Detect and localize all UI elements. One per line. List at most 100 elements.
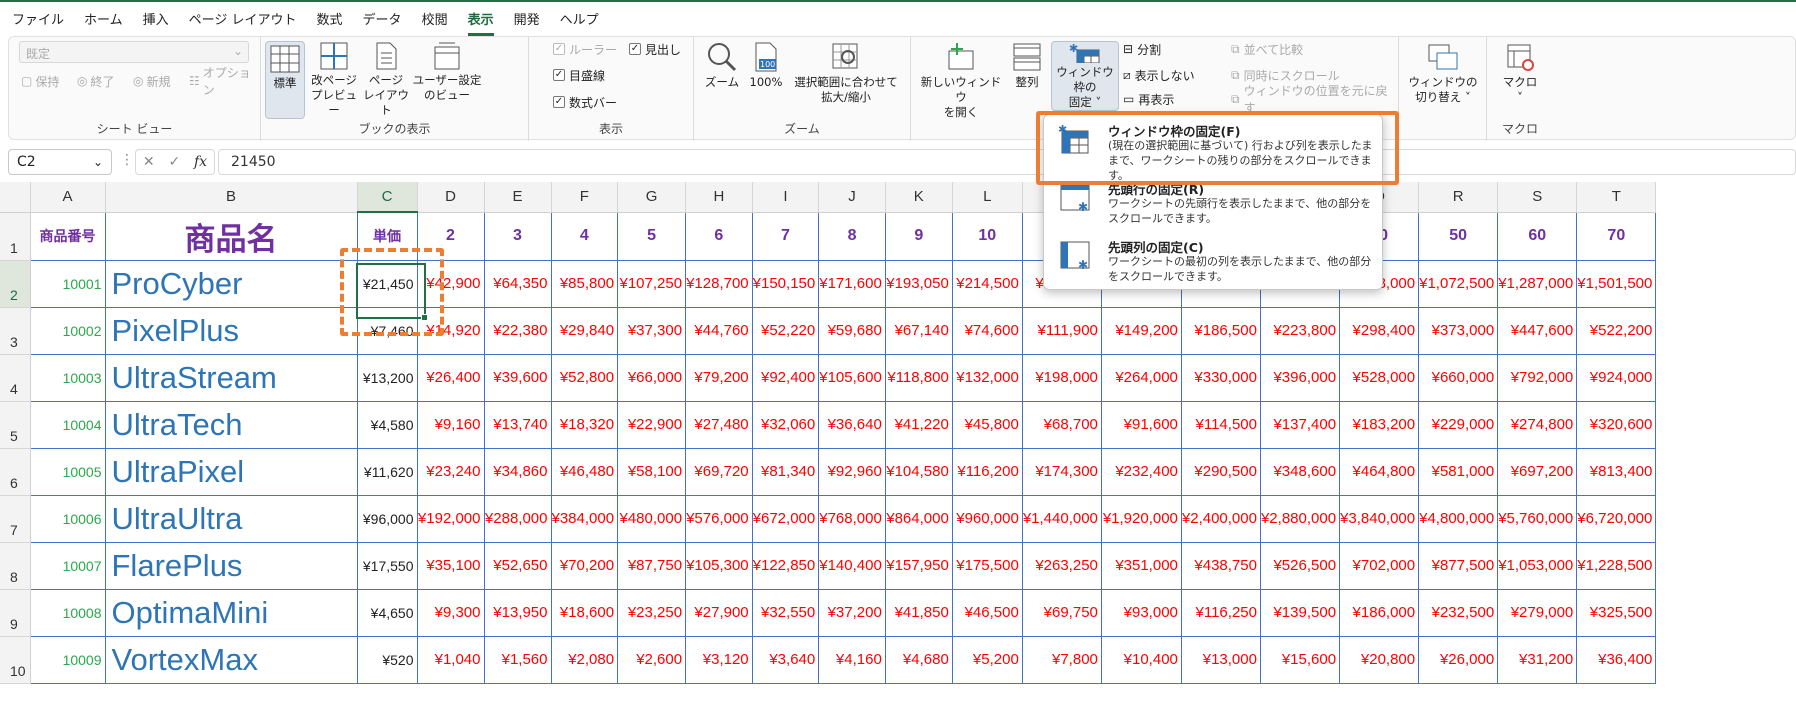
value-cell[interactable]: ¥5,760,000 bbox=[1497, 494, 1578, 543]
split-button[interactable]: ⊟ 分割 bbox=[1123, 39, 1161, 59]
value-cell[interactable]: ¥1,228,500 bbox=[1576, 541, 1657, 590]
value-cell[interactable]: ¥290,500 bbox=[1180, 447, 1261, 496]
value-cell[interactable]: ¥13,000 bbox=[1180, 635, 1261, 684]
arrange-button[interactable]: 整列 bbox=[1007, 41, 1047, 90]
value-cell[interactable]: ¥137,400 bbox=[1259, 400, 1341, 449]
value-cell[interactable]: ¥672,000 bbox=[751, 494, 820, 543]
cancel-icon[interactable]: ✕ bbox=[143, 154, 155, 170]
value-cell[interactable]: ¥66,000 bbox=[617, 353, 687, 402]
value-cell[interactable]: ¥41,850 bbox=[884, 588, 953, 637]
product-name-cell[interactable]: OptimaMini bbox=[104, 588, 358, 637]
column-header[interactable]: J bbox=[818, 182, 886, 213]
value-cell[interactable]: ¥45,800 bbox=[951, 400, 1023, 449]
value-cell[interactable]: ¥960,000 bbox=[951, 494, 1023, 543]
product-id-cell[interactable]: 10006 bbox=[29, 494, 106, 543]
column-header[interactable]: C bbox=[357, 182, 418, 213]
value-cell[interactable]: ¥464,800 bbox=[1339, 447, 1420, 496]
value-cell[interactable]: ¥3,640 bbox=[751, 635, 820, 684]
value-cell[interactable]: ¥438,750 bbox=[1180, 541, 1261, 590]
new-view-button[interactable]: ◎ 新規 bbox=[133, 71, 171, 91]
freeze-panes-button[interactable]: ✱ ウィンドウ枠の 固定 ˅ bbox=[1051, 41, 1119, 111]
value-cell[interactable]: ¥214,500 bbox=[951, 259, 1023, 308]
headings-checkbox[interactable]: ✓ 見出し bbox=[629, 39, 681, 59]
ruler-checkbox[interactable]: ✓ ルーラー bbox=[553, 39, 617, 59]
column-header[interactable]: F bbox=[551, 182, 619, 213]
menu-tab[interactable]: データ bbox=[363, 3, 402, 34]
zoom-button[interactable]: ズーム bbox=[702, 41, 742, 90]
value-cell[interactable]: ¥114,500 bbox=[1180, 400, 1261, 449]
value-cell[interactable]: ¥6,720,000 bbox=[1576, 494, 1657, 543]
value-cell[interactable]: ¥91,600 bbox=[1100, 400, 1182, 449]
value-cell[interactable]: ¥70,200 bbox=[550, 541, 619, 590]
menu-tab[interactable]: 校閲 bbox=[422, 3, 448, 34]
formula-bar-checkbox[interactable]: ✓ 数式バー bbox=[553, 92, 617, 112]
value-cell[interactable]: ¥92,960 bbox=[818, 447, 886, 496]
value-cell[interactable]: ¥32,060 bbox=[751, 400, 820, 449]
value-cell[interactable]: ¥223,800 bbox=[1259, 306, 1341, 355]
value-cell[interactable]: ¥116,250 bbox=[1180, 588, 1261, 637]
value-cell[interactable]: ¥2,080 bbox=[550, 635, 619, 684]
value-cell[interactable]: ¥4,680 bbox=[884, 635, 953, 684]
product-id-cell[interactable]: 10008 bbox=[29, 588, 106, 637]
value-cell[interactable]: ¥384,000 bbox=[550, 494, 619, 543]
value-cell[interactable]: ¥36,640 bbox=[818, 400, 886, 449]
value-cell[interactable]: ¥52,220 bbox=[751, 306, 820, 355]
side-by-side-button[interactable]: ⧉ 並べて比較 bbox=[1231, 39, 1303, 59]
new-window-button[interactable]: 新しいウィンドウ を開く bbox=[919, 41, 1003, 120]
value-cell[interactable]: ¥526,500 bbox=[1259, 541, 1341, 590]
value-cell[interactable]: ¥1,560 bbox=[483, 635, 552, 684]
value-cell[interactable]: ¥36,400 bbox=[1576, 635, 1657, 684]
header-cell[interactable]: 5 bbox=[617, 211, 687, 261]
unit-price-cell[interactable]: ¥520 bbox=[356, 635, 418, 684]
value-cell[interactable]: ¥232,400 bbox=[1100, 447, 1182, 496]
value-cell[interactable]: ¥1,920,000 bbox=[1100, 494, 1182, 543]
row-header[interactable]: 2 bbox=[0, 260, 31, 308]
column-header[interactable]: K bbox=[885, 182, 953, 213]
menu-tab[interactable]: ファイル bbox=[12, 3, 64, 34]
value-cell[interactable]: ¥7,800 bbox=[1021, 635, 1102, 684]
menu-tab[interactable]: 数式 bbox=[317, 3, 343, 34]
zoom-100-button[interactable]: 100 100% bbox=[746, 41, 786, 90]
value-cell[interactable]: ¥480,000 bbox=[617, 494, 687, 543]
value-cell[interactable]: ¥396,000 bbox=[1259, 353, 1341, 402]
value-cell[interactable]: ¥13,950 bbox=[483, 588, 552, 637]
value-cell[interactable]: ¥64,350 bbox=[483, 259, 552, 308]
value-cell[interactable]: ¥26,000 bbox=[1418, 635, 1499, 684]
value-cell[interactable]: ¥1,040 bbox=[416, 635, 485, 684]
column-header[interactable]: S bbox=[1497, 182, 1578, 213]
value-cell[interactable]: ¥15,600 bbox=[1259, 635, 1341, 684]
header-cell[interactable]: 60 bbox=[1497, 211, 1578, 261]
unit-price-cell[interactable]: ¥17,550 bbox=[356, 541, 418, 590]
value-cell[interactable]: ¥35,100 bbox=[416, 541, 485, 590]
value-cell[interactable]: ¥69,750 bbox=[1021, 588, 1102, 637]
value-cell[interactable]: ¥229,000 bbox=[1418, 400, 1499, 449]
value-cell[interactable]: ¥128,700 bbox=[685, 259, 753, 308]
row-header[interactable]: 6 bbox=[0, 448, 31, 496]
row-header[interactable]: 8 bbox=[0, 542, 31, 590]
sheet-view-dropdown[interactable]: 既定 ⌄ bbox=[19, 41, 249, 63]
value-cell[interactable]: ¥140,400 bbox=[818, 541, 886, 590]
value-cell[interactable]: ¥59,680 bbox=[818, 306, 886, 355]
value-cell[interactable]: ¥174,300 bbox=[1021, 447, 1102, 496]
unit-price-cell[interactable]: ¥4,650 bbox=[356, 588, 418, 637]
macros-button[interactable]: マクロ ˅ bbox=[1495, 41, 1545, 105]
row-header[interactable]: 7 bbox=[0, 495, 31, 543]
name-box[interactable]: C2 ⌄ bbox=[8, 149, 112, 175]
product-name-cell[interactable]: UltraStream bbox=[104, 353, 358, 402]
row-header[interactable]: 4 bbox=[0, 354, 31, 402]
row-header[interactable]: 3 bbox=[0, 307, 31, 355]
value-cell[interactable]: ¥107,250 bbox=[617, 259, 687, 308]
value-cell[interactable]: ¥116,200 bbox=[951, 447, 1023, 496]
column-header[interactable]: T bbox=[1576, 182, 1657, 213]
product-name-cell[interactable]: FlarePlus bbox=[104, 541, 358, 590]
value-cell[interactable]: ¥373,000 bbox=[1418, 306, 1499, 355]
value-cell[interactable]: ¥183,200 bbox=[1339, 400, 1420, 449]
value-cell[interactable]: ¥32,550 bbox=[751, 588, 820, 637]
value-cell[interactable]: ¥9,160 bbox=[416, 400, 485, 449]
value-cell[interactable]: ¥150,150 bbox=[751, 259, 820, 308]
value-cell[interactable]: ¥67,140 bbox=[884, 306, 953, 355]
menu-tab[interactable]: 開発 bbox=[514, 3, 540, 34]
exit-button[interactable]: ◎ 終了 bbox=[77, 71, 115, 91]
value-cell[interactable]: ¥1,072,500 bbox=[1418, 259, 1499, 308]
value-cell[interactable]: ¥813,400 bbox=[1576, 447, 1657, 496]
